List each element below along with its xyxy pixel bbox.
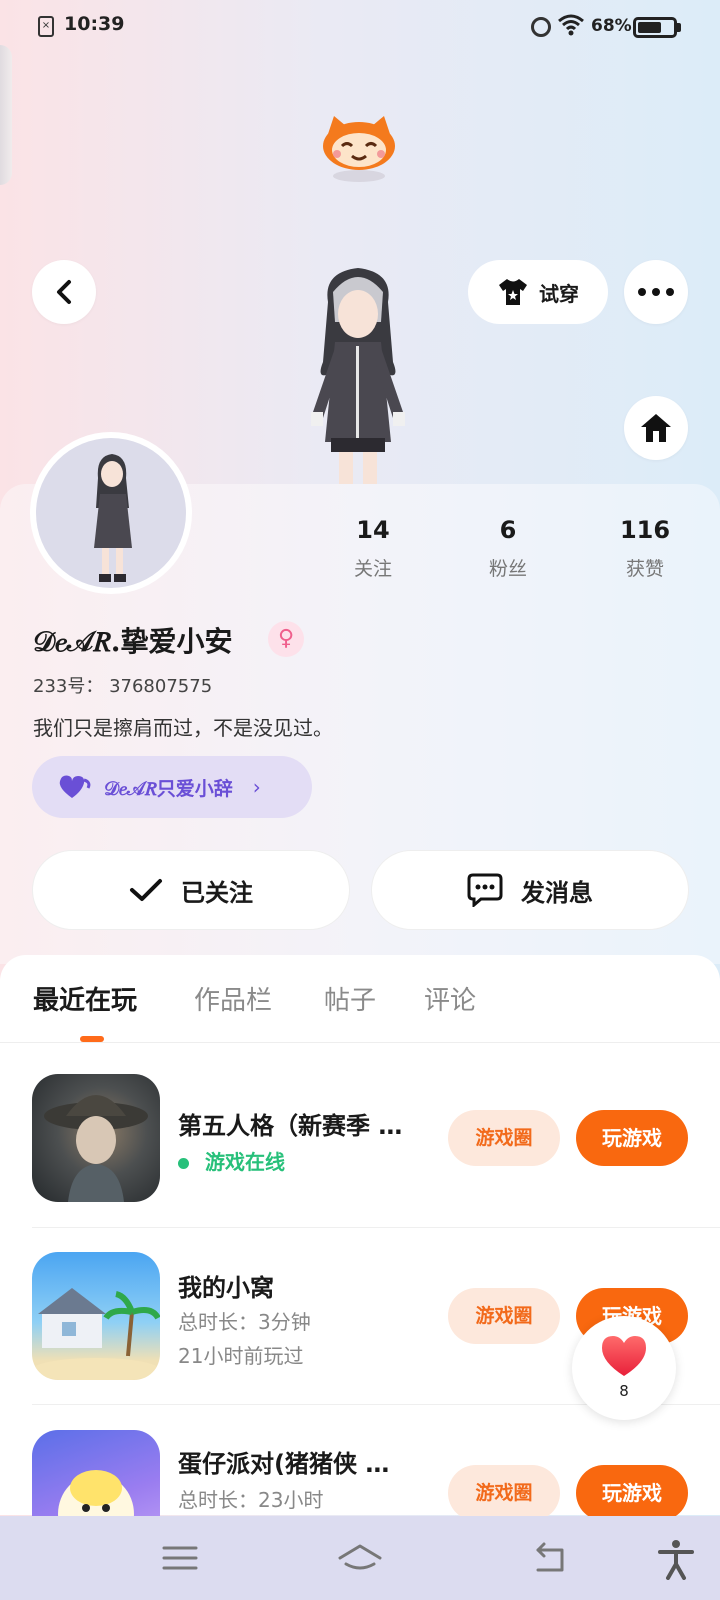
chat-bubble-icon — [467, 873, 503, 907]
club-name: 𝒟𝑒𝒜𝑅只爱小辞 — [104, 777, 233, 800]
try-on-button[interactable]: 试穿 — [468, 260, 608, 324]
game-circle-button[interactable]: 游戏圈 — [448, 1288, 560, 1344]
avatar-image — [94, 454, 132, 582]
game-last-played: 21小时前玩过 — [178, 1344, 304, 1368]
home-nav-icon[interactable] — [338, 1536, 382, 1580]
stat-fans[interactable]: 6 粉丝 — [453, 516, 563, 581]
nickname: 𝒟𝑒𝒜𝑅.挚爱小安 — [33, 625, 233, 658]
accessibility-icon[interactable] — [654, 1536, 698, 1580]
followed-label: 已关注 — [181, 878, 253, 907]
stat-likes[interactable]: 116 获赞 — [590, 516, 700, 581]
tab-comments[interactable]: 评论 — [424, 980, 476, 1017]
game-circle-button[interactable]: 游戏圈 — [448, 1110, 560, 1166]
battery-icon — [633, 17, 677, 38]
tab-posts[interactable]: 帖子 — [324, 980, 376, 1017]
game-duration: 总时长：3分钟 — [178, 1310, 311, 1334]
avatar[interactable] — [30, 432, 192, 594]
stat-following-count: 14 — [356, 516, 390, 544]
tab-recently-played[interactable]: 最近在玩 — [33, 980, 137, 1017]
stat-fans-count: 6 — [499, 516, 517, 544]
tshirt-icon — [499, 279, 527, 305]
bio: 我们只是擦肩而过，不是没见过。 — [33, 716, 333, 740]
stat-following[interactable]: 14 关注 — [318, 516, 428, 581]
stat-likes-label: 获赞 — [625, 558, 664, 580]
female-icon: ♀ — [268, 621, 304, 657]
send-message-button[interactable]: 发消息 — [371, 850, 689, 930]
online-dot — [178, 1158, 189, 1169]
more-button[interactable] — [624, 260, 688, 324]
avatar-character — [311, 268, 405, 484]
side-edge-handle[interactable] — [0, 45, 12, 185]
tab-works[interactable]: 作品栏 — [194, 980, 272, 1017]
game-icon-identity-v[interactable] — [32, 1074, 160, 1202]
more-icon — [638, 288, 674, 296]
followed-button[interactable]: 已关注 — [32, 850, 350, 930]
like-button[interactable]: 8 — [572, 1316, 676, 1420]
online-text: 游戏在线 — [205, 1150, 285, 1174]
chevron-left-icon — [57, 280, 71, 304]
back-nav-icon[interactable] — [528, 1536, 572, 1580]
game-title: 我的小窝 — [178, 1274, 274, 1302]
mascot-logo — [323, 116, 395, 182]
club-badge-button[interactable]: 𝒟𝑒𝒜𝑅只爱小辞 › — [32, 756, 312, 818]
stat-following-label: 关注 — [353, 558, 392, 580]
back-button[interactable] — [32, 260, 96, 324]
game-title: 蛋仔派对(猪猪侠 … — [178, 1450, 390, 1478]
menu-icon[interactable] — [158, 1536, 202, 1580]
alarm-icon — [531, 17, 551, 37]
game-icon-my-home[interactable] — [32, 1252, 160, 1380]
battery-tip — [677, 23, 681, 32]
game-online-status: 游戏在线 — [178, 1146, 285, 1175]
divider — [0, 1042, 720, 1043]
no-sim-icon: × — [38, 16, 54, 37]
game-circle-button[interactable]: 游戏圈 — [448, 1465, 560, 1521]
stat-likes-count: 116 — [619, 516, 671, 544]
status-time: 10:39 — [64, 13, 125, 35]
try-on-label: 试穿 — [539, 281, 579, 306]
heart-ribbon-icon — [59, 775, 91, 798]
home-icon — [641, 414, 671, 442]
like-count: 8 — [619, 1382, 629, 1400]
game-title: 第五人格（新赛季 … — [178, 1112, 403, 1140]
play-game-button[interactable]: 玩游戏 — [576, 1465, 688, 1521]
check-icon — [130, 879, 162, 901]
send-message-label: 发消息 — [521, 878, 593, 907]
battery-percent: 68% — [591, 16, 632, 36]
game-duration: 总时长：23小时 — [178, 1488, 324, 1512]
chevron-right-icon: › — [252, 775, 261, 799]
game-art — [32, 1288, 160, 1380]
stat-fans-label: 粉丝 — [488, 558, 527, 580]
game-art — [44, 1095, 148, 1202]
user-id: 233号： 376807575 — [33, 676, 213, 697]
battery-level-fill — [638, 22, 661, 33]
homepage-button[interactable] — [624, 396, 688, 460]
heart-icon — [602, 1336, 646, 1376]
wifi-icon — [558, 14, 584, 36]
play-game-button[interactable]: 玩游戏 — [576, 1110, 688, 1166]
